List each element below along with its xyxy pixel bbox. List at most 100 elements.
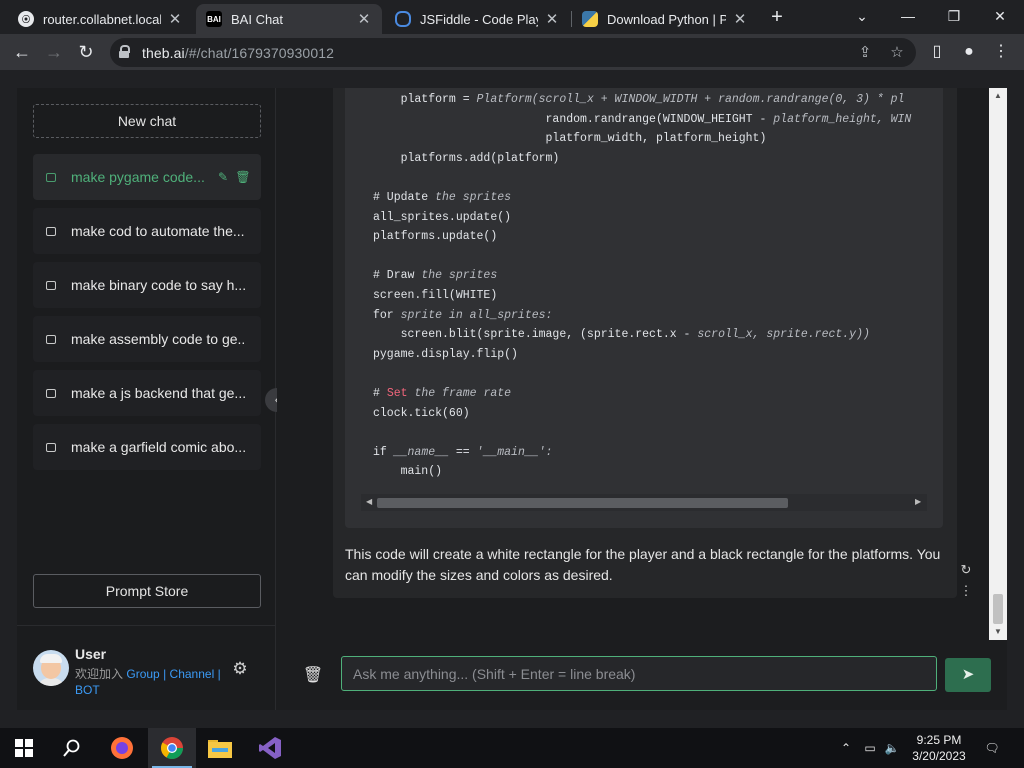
- lock-icon: [119, 45, 130, 58]
- reload-icon[interactable]: ↻: [74, 40, 98, 64]
- chat-bubble-icon: [46, 172, 56, 182]
- chat-bubble-icon: [46, 334, 56, 344]
- chat-input-row: 🗑 ➤: [277, 640, 1007, 710]
- code-horizontal-scrollbar[interactable]: ◀ ▶: [361, 494, 927, 511]
- side-panel-icon[interactable]: ▯: [927, 42, 947, 62]
- close-tab-icon[interactable]: ✕: [732, 10, 748, 28]
- close-window-icon[interactable]: ✕: [980, 4, 1020, 28]
- browser-toolbar: ← → ↻ theb.ai/#/chat/1679370930012 ⇪ ☆ ▯…: [0, 34, 1024, 70]
- url-text: theb.ai/#/chat/1679370930012: [142, 45, 334, 61]
- search-icon[interactable]: [48, 728, 96, 768]
- show-hidden-icons-chevron-up-icon[interactable]: ⌃: [838, 740, 854, 756]
- code-line: platforms.add(platform): [373, 151, 560, 165]
- scrollbar-thumb[interactable]: [377, 498, 788, 508]
- code-line: screen.fill(WHITE): [373, 288, 498, 302]
- bai-favicon-icon: BAI: [206, 11, 222, 27]
- volume-muted-icon[interactable]: 🔈: [884, 740, 900, 756]
- group-link[interactable]: Group: [126, 667, 159, 681]
- chat-main: platform = Platform(scroll_x + WINDOW_WI…: [277, 88, 1007, 710]
- scroll-left-icon[interactable]: ◀: [366, 497, 372, 506]
- forward-icon[interactable]: →: [42, 40, 66, 64]
- visual-studio-icon[interactable]: [246, 728, 294, 768]
- network-icon[interactable]: ▭: [862, 740, 878, 756]
- tab-bai-chat[interactable]: BAI BAI Chat ✕: [196, 4, 382, 34]
- new-chat-button[interactable]: New chat: [33, 104, 261, 138]
- restore-icon[interactable]: ❐: [934, 4, 974, 28]
- sidebar: New chat make pygame code... ✎ 🗑 make co…: [17, 88, 276, 710]
- chat-input[interactable]: [341, 656, 937, 691]
- back-icon[interactable]: ←: [10, 40, 34, 64]
- share-icon[interactable]: ⇪: [856, 44, 874, 62]
- file-explorer-icon[interactable]: [196, 728, 244, 768]
- sidebar-chat-item[interactable]: make a js backend that ge...: [33, 370, 261, 416]
- code-line: for sprite in all_sprites:: [373, 308, 553, 322]
- sidebar-chat-item[interactable]: make binary code to say h...: [33, 262, 261, 308]
- bot-link[interactable]: BOT: [75, 683, 100, 697]
- sidebar-chat-item[interactable]: make pygame code... ✎ 🗑: [33, 154, 261, 200]
- close-tab-icon[interactable]: ✕: [544, 10, 560, 28]
- avatar[interactable]: [33, 650, 69, 686]
- code-block: platform = Platform(scroll_x + WINDOW_WI…: [345, 88, 943, 528]
- clear-chat-trash-icon[interactable]: 🗑: [301, 664, 325, 688]
- bookmark-star-icon[interactable]: ☆: [888, 44, 906, 62]
- code-line: platform = Platform(scroll_x + WINDOW_WI…: [373, 93, 905, 106]
- chat-bubble-icon: [46, 226, 56, 236]
- notifications-icon[interactable]: 🗨: [984, 740, 1000, 756]
- scrollbar-thumb[interactable]: [993, 594, 1003, 624]
- python-favicon-icon: [582, 11, 598, 27]
- code-line: # Draw the sprites: [373, 269, 498, 283]
- code-line: if __name__ == '__main__':: [373, 445, 553, 459]
- address-bar[interactable]: theb.ai/#/chat/1679370930012 ⇪ ☆: [110, 38, 916, 67]
- chrome-icon[interactable]: [148, 728, 196, 768]
- sidebar-chat-item[interactable]: make a garfield comic abo...: [33, 424, 261, 470]
- page-vertical-scrollbar[interactable]: ▲ ▼: [989, 88, 1007, 640]
- scroll-down-icon[interactable]: ▼: [994, 627, 1002, 636]
- send-button[interactable]: ➤: [945, 658, 991, 692]
- tab-python[interactable]: Download Python | Pyt ✕: [572, 4, 758, 34]
- bai-chat-page: New chat make pygame code... ✎ 🗑 make co…: [17, 88, 1007, 710]
- regenerate-icon[interactable]: ↻: [958, 562, 974, 578]
- user-panel: User 欢迎加入 Group | Channel | BOT ⚙: [17, 625, 276, 710]
- scroll-up-icon[interactable]: ▲: [994, 91, 1002, 100]
- firefox-icon[interactable]: [98, 728, 146, 768]
- delete-icon[interactable]: 🗑: [235, 170, 251, 184]
- chat-bubble-icon: [46, 280, 56, 290]
- scroll-right-icon[interactable]: ▶: [915, 497, 921, 506]
- profile-icon[interactable]: ●: [959, 42, 979, 62]
- code-line: platforms.update(): [373, 230, 498, 244]
- code-line: all_sprites.update(): [373, 210, 512, 224]
- code-line: clock.tick(60): [373, 406, 470, 420]
- code-line: screen.blit(sprite.image, (sprite.rect.x…: [373, 328, 870, 342]
- prompt-store-button[interactable]: Prompt Store: [33, 574, 261, 608]
- browser-menu-icon[interactable]: ⋮: [991, 42, 1011, 62]
- chat-bubble-icon: [46, 388, 56, 398]
- code-content: platform = Platform(scroll_x + WINDOW_WI…: [373, 90, 911, 482]
- router-favicon-icon: ⦿: [18, 11, 34, 27]
- user-links: 欢迎加入 Group | Channel | BOT: [75, 667, 221, 697]
- edit-icon[interactable]: ✎: [215, 170, 231, 184]
- start-icon[interactable]: [0, 728, 48, 768]
- tab-router[interactable]: ⦿ router.collabnet.local - ✕: [8, 4, 193, 34]
- sidebar-chat-item[interactable]: make assembly code to ge...: [33, 316, 261, 362]
- more-options-icon[interactable]: ⋮: [958, 583, 974, 599]
- taskbar-clock[interactable]: 9:25 PM 3/20/2023: [906, 732, 972, 764]
- code-line: random.randrange(WINDOW_HEIGHT - platfor…: [373, 112, 912, 126]
- sidebar-chat-item[interactable]: make cod to automate the...: [33, 208, 261, 254]
- new-tab-icon[interactable]: +: [766, 6, 788, 28]
- minimize-icon[interactable]: —: [888, 4, 928, 28]
- code-line: main(): [373, 465, 443, 479]
- tab-jsfiddle[interactable]: JSFiddle - Code Playgro ✕: [385, 4, 570, 34]
- answer-text: This code will create a white rectangle …: [345, 546, 941, 583]
- chat-bubble-icon: [46, 442, 56, 452]
- jsfiddle-favicon-icon: [395, 11, 411, 27]
- send-icon: ➤: [961, 666, 975, 683]
- channel-link[interactable]: Channel: [170, 667, 215, 681]
- close-tab-icon[interactable]: ✕: [167, 10, 183, 28]
- code-line: # Set the frame rate: [373, 386, 512, 400]
- close-tab-icon[interactable]: ✕: [356, 10, 372, 28]
- code-line: pygame.display.flip(): [373, 347, 518, 361]
- tab-search-icon[interactable]: ⌄: [842, 4, 882, 28]
- settings-gear-icon[interactable]: ⚙: [230, 659, 250, 679]
